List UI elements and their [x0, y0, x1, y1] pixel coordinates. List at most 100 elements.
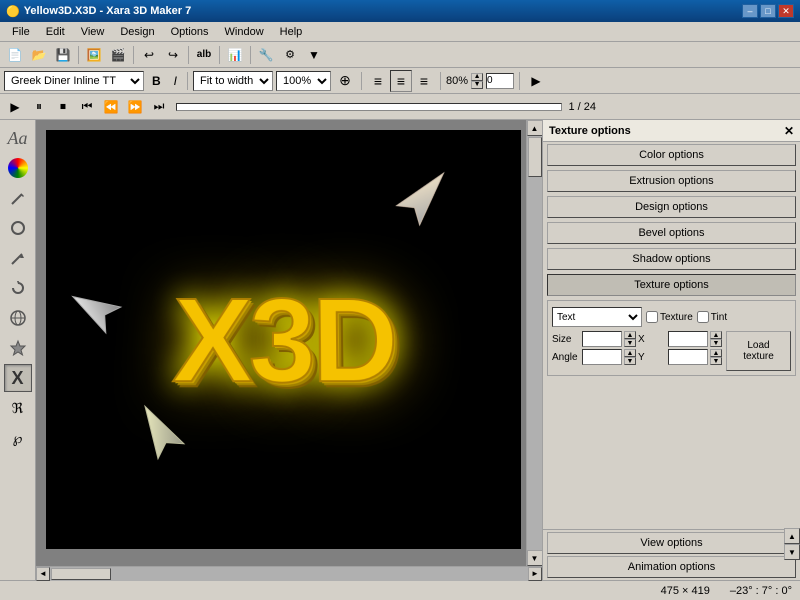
rotate-tool-button[interactable] [4, 274, 32, 302]
sep9 [519, 72, 520, 90]
scroll-up-button[interactable]: ▲ [527, 120, 543, 136]
y-input[interactable] [668, 349, 708, 365]
close-button[interactable]: ✕ [778, 4, 794, 18]
globe-icon [9, 309, 27, 327]
fit-selector[interactable]: Fit to width [193, 71, 273, 91]
color-tool-button[interactable] [4, 154, 32, 182]
menu-help[interactable]: Help [272, 24, 311, 40]
bold-button[interactable]: B [147, 71, 166, 91]
menu-view[interactable]: View [73, 24, 113, 40]
view-options-button[interactable]: View options [547, 532, 796, 554]
x-up[interactable]: ▲ [710, 331, 722, 339]
size-down-button[interactable]: ▼ [471, 81, 483, 89]
align-center-button[interactable]: ≡ [390, 70, 412, 92]
design-options-button[interactable]: Design options [547, 196, 796, 218]
scroll-thumb[interactable] [528, 137, 542, 177]
star-tool-button[interactable] [4, 334, 32, 362]
align-left-button[interactable]: ≡ [367, 70, 389, 92]
color-options-button[interactable]: Color options [547, 144, 796, 166]
text-tool-button[interactable]: Aa [4, 124, 32, 152]
minimize-button[interactable]: – [742, 4, 758, 18]
menu-file[interactable]: File [4, 24, 38, 40]
back-button[interactable]: ⏪ [100, 96, 122, 118]
settings-button[interactable]: ⚙ [279, 44, 301, 66]
y-spinner: ▲ ▼ [710, 349, 722, 365]
y-up[interactable]: ▲ [710, 349, 722, 357]
animation-options-button[interactable]: Animation options [547, 556, 796, 578]
export-button[interactable]: 🖼️ [83, 44, 105, 66]
end-button[interactable]: ⏭ [148, 96, 170, 118]
tint-checkbox-label: Tint [697, 311, 727, 323]
hscroll-track[interactable] [50, 567, 528, 581]
toolbar2: Greek Diner Inline TT B I Fit to width 1… [0, 68, 800, 94]
special1-button[interactable]: ℜ [4, 394, 32, 422]
x-input[interactable] [668, 331, 708, 347]
circle-icon [10, 220, 26, 236]
letter-x-button[interactable]: X [4, 364, 32, 392]
angle-up[interactable]: ▲ [624, 349, 636, 357]
scroll-down-button[interactable]: ▼ [527, 550, 543, 566]
scrubber[interactable] [176, 103, 562, 111]
size-up[interactable]: ▲ [624, 331, 636, 339]
scroll-track[interactable]: ▲ ▼ [527, 136, 543, 550]
menu-edit[interactable]: Edit [38, 24, 73, 40]
tint-checkbox[interactable] [697, 311, 709, 323]
canvas[interactable]: X3D [46, 130, 521, 549]
menu-options[interactable]: Options [163, 24, 217, 40]
extrusion-options-button[interactable]: Extrusion options [547, 170, 796, 192]
open-button[interactable]: 📂 [28, 44, 50, 66]
angle-input[interactable] [582, 349, 622, 365]
redo-button[interactable]: ↪ [162, 44, 184, 66]
angle-down[interactable]: ▼ [624, 357, 636, 365]
right-panel-header: Texture options ✕ [543, 120, 800, 142]
more-button[interactable]: ▼ [303, 44, 325, 66]
bevel-options-button[interactable]: Bevel options [547, 222, 796, 244]
play-button[interactable]: ▶ [4, 96, 26, 118]
chart-button[interactable]: 📊 [224, 44, 246, 66]
size-value-input[interactable] [486, 73, 514, 89]
arrow-tool-button[interactable] [4, 244, 32, 272]
pencil-tool-button[interactable] [4, 184, 32, 212]
size-up-button[interactable]: ▲ [471, 73, 483, 81]
wrench-button[interactable]: 🔧 [255, 44, 277, 66]
fwd-button[interactable]: ⏩ [124, 96, 146, 118]
zoom-in-button[interactable]: ⊕ [334, 70, 356, 92]
more2-button[interactable]: ▶ [525, 70, 547, 92]
new-button[interactable]: 📄 [4, 44, 26, 66]
maximize-button[interactable]: □ [760, 4, 776, 18]
menu-window[interactable]: Window [217, 24, 272, 40]
zoom-selector[interactable]: 100% [276, 71, 331, 91]
texture-type-selector[interactable]: Text [552, 307, 642, 327]
sep4 [219, 46, 220, 64]
rewind-button[interactable]: ⏮ [76, 96, 98, 118]
align-right-button[interactable]: ≡ [413, 70, 435, 92]
load-texture-button[interactable]: Load texture [726, 331, 791, 371]
canvas-scroll-area[interactable]: X3D [36, 120, 526, 566]
canvas-wrapper: X3D [36, 120, 542, 580]
titlebar: 🟡 Yellow3D.X3D - Xara 3D Maker 7 – □ ✕ [0, 0, 800, 22]
hscroll-right-button[interactable]: ► [528, 567, 542, 581]
undo-button[interactable]: ↩ [138, 44, 160, 66]
hscroll-left-button[interactable]: ◄ [36, 567, 50, 581]
x-down[interactable]: ▼ [710, 339, 722, 347]
hscroll-thumb[interactable] [51, 568, 111, 580]
panel-close-button[interactable]: ✕ [784, 124, 794, 138]
menu-design[interactable]: Design [112, 24, 162, 40]
stop-button[interactable]: ⏹ [52, 96, 74, 118]
text-button[interactable]: alb [193, 44, 215, 66]
italic-button[interactable]: I [169, 71, 182, 91]
texture-options-button[interactable]: Texture options [547, 274, 796, 296]
shadow-options-button[interactable]: Shadow options [547, 248, 796, 270]
pause-button[interactable]: ⏸ [28, 96, 50, 118]
texture-checkbox-label: Texture [646, 311, 693, 323]
size-down[interactable]: ▼ [624, 339, 636, 347]
special2-button[interactable]: ℘ [4, 424, 32, 452]
export2-button[interactable]: 🎬 [107, 44, 129, 66]
texture-checkbox[interactable] [646, 311, 658, 323]
y-down[interactable]: ▼ [710, 357, 722, 365]
size-input[interactable] [582, 331, 622, 347]
save-button[interactable]: 💾 [52, 44, 74, 66]
circle-tool-button[interactable] [4, 214, 32, 242]
globe-tool-button[interactable] [4, 304, 32, 332]
font-selector[interactable]: Greek Diner Inline TT [4, 71, 144, 91]
